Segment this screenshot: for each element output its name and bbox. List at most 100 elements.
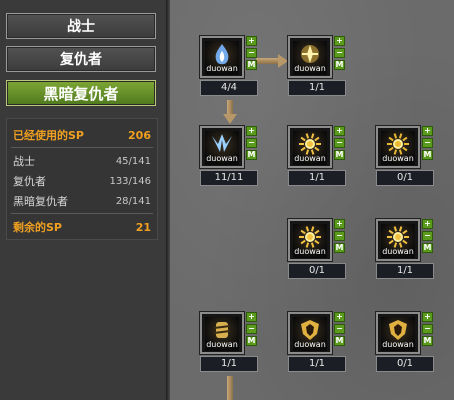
skill-minus-button[interactable]: − xyxy=(334,138,345,148)
skill-brand-label: duowan xyxy=(206,340,238,349)
skill-master-button[interactable]: M xyxy=(334,60,345,70)
class-tab-warrior[interactable]: 战士 xyxy=(6,13,156,39)
skill-plus-button[interactable]: + xyxy=(334,312,345,322)
sp-row-dark-avenger: 黑暗复仇者 28/141 xyxy=(7,191,157,211)
skill-brand-label: duowan xyxy=(294,154,326,163)
sp-row-avenger: 复仇者 133/146 xyxy=(7,171,157,191)
skill-minus-button[interactable]: − xyxy=(334,48,345,58)
sp-row-value: 28/141 xyxy=(115,195,151,207)
skill-icon-frame[interactable]: duowan xyxy=(200,312,244,354)
skill-plus-button[interactable]: + xyxy=(246,312,257,322)
sp-row-warrior: 战士 45/141 xyxy=(7,151,157,171)
arrow-head-icon xyxy=(223,114,237,124)
skill-icon-frame[interactable]: duowan xyxy=(376,126,420,168)
skill-slot[interactable]: duowan + − M 1/1 xyxy=(288,126,346,186)
gold-glove-icon: duowan xyxy=(205,317,239,351)
skill-slot[interactable]: duowan + − M 11/11 xyxy=(200,126,258,186)
skill-slot[interactable]: duowan + − M 1/1 xyxy=(200,312,258,372)
blue-flame-icon: duowan xyxy=(205,41,239,75)
skill-controls: + − M xyxy=(246,36,257,72)
skill-slot[interactable]: duowan + − M 1/1 xyxy=(288,36,346,96)
skill-minus-button[interactable]: − xyxy=(334,324,345,334)
skill-master-button[interactable]: M xyxy=(246,150,257,160)
skill-plus-button[interactable]: + xyxy=(422,126,433,136)
sp-row-label: 战士 xyxy=(13,155,35,168)
skill-icon-frame[interactable]: duowan xyxy=(376,219,420,261)
gold-shield-icon: duowan xyxy=(293,317,327,351)
blue-wing-icon: duowan xyxy=(205,131,239,165)
gold-claw-icon: duowan xyxy=(293,41,327,75)
skill-controls: + − M xyxy=(422,126,433,162)
skill-icon-frame[interactable]: duowan xyxy=(200,126,244,168)
skill-master-button[interactable]: M xyxy=(422,336,433,346)
skill-icon-frame[interactable]: duowan xyxy=(288,219,332,261)
skill-slot[interactable]: duowan + − M 1/1 xyxy=(376,219,434,279)
skill-slot[interactable]: duowan + − M 0/1 xyxy=(288,219,346,279)
skill-minus-button[interactable]: − xyxy=(422,231,433,241)
sp-row-value: 45/141 xyxy=(115,155,151,167)
skill-icon-frame[interactable]: duowan xyxy=(288,312,332,354)
gold-sun-icon: duowan xyxy=(293,224,327,258)
class-panel: 战士 复仇者 黑暗复仇者 已经使用的SP 206 战士 45/141 复仇者 1… xyxy=(0,0,166,400)
skill-level-count: 11/11 xyxy=(200,170,258,186)
divider xyxy=(11,147,153,148)
skill-minus-button[interactable]: − xyxy=(246,324,257,334)
skill-brand-label: duowan xyxy=(294,340,326,349)
skill-slot[interactable]: duowan + − M 1/1 xyxy=(288,312,346,372)
skill-controls: + − M xyxy=(334,219,345,255)
class-tab-dark-avenger[interactable]: 黑暗复仇者 xyxy=(6,80,156,106)
skill-master-button[interactable]: M xyxy=(334,336,345,346)
skill-plus-button[interactable]: + xyxy=(334,36,345,46)
skill-minus-button[interactable]: − xyxy=(246,138,257,148)
skill-level-count: 0/1 xyxy=(376,170,434,186)
skill-tree: duowan + − M 4/4 duowan + − M 1/1 duowan xyxy=(170,0,454,400)
skill-controls: + − M xyxy=(246,312,257,348)
skill-icon-frame[interactable]: duowan xyxy=(200,36,244,78)
skill-slot[interactable]: duowan + − M 4/4 xyxy=(200,36,258,96)
skill-master-button[interactable]: M xyxy=(422,243,433,253)
sp-used-label: 已经使用的SP xyxy=(13,129,84,142)
skill-brand-label: duowan xyxy=(382,154,414,163)
skill-minus-button[interactable]: − xyxy=(422,138,433,148)
skill-plus-button[interactable]: + xyxy=(422,312,433,322)
divider xyxy=(11,213,153,214)
skill-slot[interactable]: duowan + − M 0/1 xyxy=(376,312,434,372)
skill-brand-label: duowan xyxy=(294,64,326,73)
skill-brand-label: duowan xyxy=(382,247,414,256)
skill-plus-button[interactable]: + xyxy=(246,36,257,46)
skill-brand-label: duowan xyxy=(206,64,238,73)
sp-row-value: 133/146 xyxy=(109,175,151,187)
skill-plus-button[interactable]: + xyxy=(334,219,345,229)
arrow-head-icon xyxy=(278,54,288,68)
gold-sun-icon: duowan xyxy=(381,131,415,165)
skill-master-button[interactable]: M xyxy=(334,150,345,160)
skill-level-count: 1/1 xyxy=(376,263,434,279)
skill-slot[interactable]: duowan + − M 0/1 xyxy=(376,126,434,186)
skill-minus-button[interactable]: − xyxy=(422,324,433,334)
skill-plus-button[interactable]: + xyxy=(422,219,433,229)
sp-remaining-value: 21 xyxy=(135,220,151,234)
skill-master-button[interactable]: M xyxy=(422,150,433,160)
sp-used-row: 已经使用的SP 206 xyxy=(7,125,157,145)
skill-minus-button[interactable]: − xyxy=(246,48,257,58)
class-tab-avenger[interactable]: 复仇者 xyxy=(6,46,156,72)
skill-master-button[interactable]: M xyxy=(334,243,345,253)
sp-row-label: 复仇者 xyxy=(13,175,46,188)
skill-icon-frame[interactable]: duowan xyxy=(288,36,332,78)
connector-arrow xyxy=(227,376,233,400)
skill-level-count: 0/1 xyxy=(288,263,346,279)
skill-controls: + − M xyxy=(246,126,257,162)
skill-minus-button[interactable]: − xyxy=(334,231,345,241)
gold-sun-icon: duowan xyxy=(293,131,327,165)
skill-plus-button[interactable]: + xyxy=(334,126,345,136)
skill-master-button[interactable]: M xyxy=(246,60,257,70)
skill-level-count: 1/1 xyxy=(288,356,346,372)
skill-controls: + − M xyxy=(334,126,345,162)
skill-icon-frame[interactable]: duowan xyxy=(288,126,332,168)
skill-icon-frame[interactable]: duowan xyxy=(376,312,420,354)
sp-summary: 已经使用的SP 206 战士 45/141 复仇者 133/146 黑暗复仇者 … xyxy=(6,118,158,240)
skill-master-button[interactable]: M xyxy=(246,336,257,346)
skill-controls: + − M xyxy=(334,36,345,72)
gold-sun-icon: duowan xyxy=(381,224,415,258)
skill-plus-button[interactable]: + xyxy=(246,126,257,136)
